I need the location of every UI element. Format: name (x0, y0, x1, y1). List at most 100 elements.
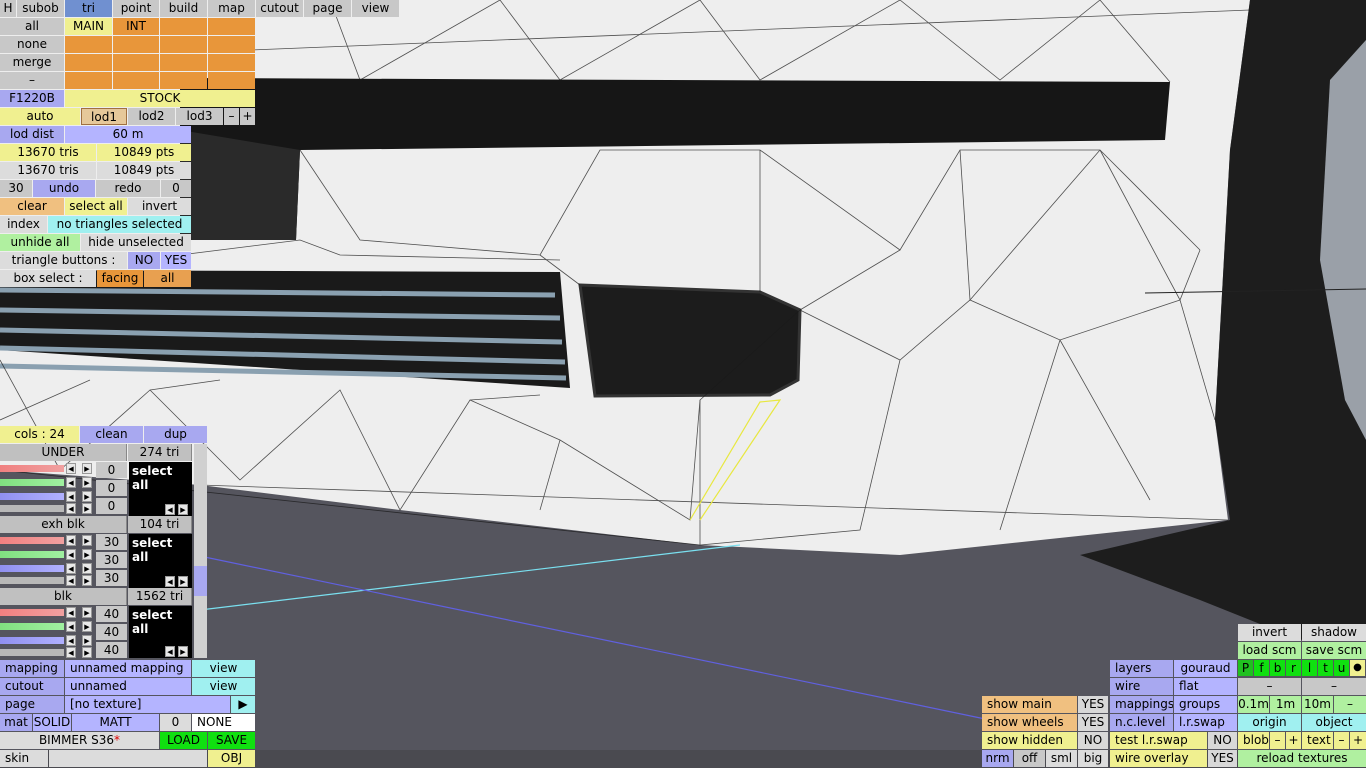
arrow-left-icon[interactable]: ◀ (66, 477, 76, 488)
flag-t-button[interactable]: t (1318, 660, 1333, 676)
scale-minus-button[interactable]: – (1334, 696, 1366, 713)
arrow-left-icon[interactable]: ◀ (165, 576, 175, 587)
mat-matt-button[interactable]: MATT (72, 714, 159, 731)
show-wheels-value[interactable]: YES (1078, 714, 1108, 731)
menu-tri[interactable]: tri (65, 0, 112, 17)
show-wheels-button[interactable]: show wheels (982, 714, 1077, 731)
dot-icon[interactable]: ● (1350, 660, 1365, 676)
arrow-left-icon[interactable]: ◀ (66, 535, 76, 546)
arrow-right-icon[interactable]: ▶ (178, 646, 188, 657)
box-select-facing[interactable]: facing (97, 270, 143, 287)
red-value[interactable]: 0 (96, 462, 127, 478)
normals-sml-button[interactable]: sml (1046, 750, 1077, 767)
hide-unselected-button[interactable]: hide unselected (81, 234, 191, 251)
undo-button[interactable]: undo (33, 180, 95, 197)
save-button[interactable]: SAVE (208, 732, 255, 749)
green-slider[interactable] (0, 479, 64, 486)
menu-build[interactable]: build (160, 0, 207, 17)
arrow-left-icon[interactable]: ◀ (66, 503, 76, 514)
scale-01m-button[interactable]: 0.1m (1238, 696, 1269, 713)
dup-button[interactable]: dup (144, 426, 207, 443)
red-value[interactable]: 30 (96, 534, 127, 550)
flag-u-button[interactable]: u (1334, 660, 1349, 676)
arrow-right-icon[interactable]: ▶ (82, 491, 92, 502)
red-slider[interactable] (0, 537, 64, 544)
lod-dist-value[interactable]: 60 m (65, 126, 191, 143)
clear-button[interactable]: clear (0, 198, 64, 215)
layer-slot[interactable] (208, 36, 255, 53)
text-plus-button[interactable]: + (1350, 732, 1366, 749)
layer-slot[interactable] (160, 36, 207, 53)
layer-slot[interactable] (160, 54, 207, 71)
redo-button[interactable]: redo (96, 180, 160, 197)
arrow-right-icon[interactable]: ▶ (82, 535, 92, 546)
layer-slot[interactable] (208, 54, 255, 71)
menu-view[interactable]: view (352, 0, 399, 17)
group-name[interactable]: exh blk (0, 516, 127, 533)
blue-slider[interactable] (0, 637, 64, 644)
show-hidden-value[interactable]: NO (1078, 732, 1108, 749)
wire-button[interactable]: wire (1110, 678, 1173, 695)
blue-slider[interactable] (0, 565, 64, 572)
arrow-right-icon[interactable]: ▶ (178, 504, 188, 515)
select-all-button[interactable]: select all (65, 198, 127, 215)
arrow-left-icon[interactable]: ◀ (66, 491, 76, 502)
group-name[interactable]: UNDER (0, 444, 127, 461)
arrow-left-icon[interactable]: ◀ (66, 575, 76, 586)
invert-button[interactable]: invert (128, 198, 191, 215)
arrow-right-icon[interactable]: ▶ (82, 575, 92, 586)
green-slider[interactable] (0, 623, 64, 630)
reload-textures-button[interactable]: reload textures (1238, 750, 1366, 767)
normals-big-button[interactable]: big (1078, 750, 1108, 767)
flag-r-button[interactable]: r (1286, 660, 1301, 676)
page-name[interactable]: [no texture] (65, 696, 230, 713)
layer-slot[interactable] (160, 18, 207, 35)
red-slider[interactable] (0, 609, 64, 616)
scale-1m-button[interactable]: 1m (1270, 696, 1301, 713)
mappings-button[interactable]: mappings (1110, 696, 1173, 713)
dash-button[interactable]: – (1302, 678, 1366, 695)
layer-slot[interactable] (65, 36, 112, 53)
page-next-icon[interactable]: ▶ (231, 696, 255, 713)
groups-scroll-thumb[interactable] (194, 566, 207, 596)
lod2-button[interactable]: lod2 (128, 108, 175, 125)
cutout-name[interactable]: unnamed (65, 678, 191, 695)
save-scm-button[interactable]: save scm (1302, 642, 1366, 659)
model-variant[interactable]: STOCK (65, 90, 255, 107)
blob-plus-button[interactable]: + (1286, 732, 1301, 749)
obj-button[interactable]: OBJ (208, 750, 255, 767)
arrow-right-icon[interactable]: ▶ (82, 635, 92, 646)
cutout-view-button[interactable]: view (192, 678, 255, 695)
menu-point[interactable]: point (113, 0, 159, 17)
layer-all-button[interactable]: all (0, 18, 64, 35)
blob-button[interactable]: blob (1238, 732, 1269, 749)
groups-scrollbar[interactable] (194, 444, 207, 658)
layer-slot[interactable] (113, 72, 159, 89)
arrow-right-icon[interactable]: ▶ (82, 549, 92, 560)
blue-value[interactable]: 40 (96, 642, 127, 658)
arrow-left-icon[interactable]: ◀ (165, 646, 175, 657)
skin-label[interactable]: skin (0, 750, 48, 767)
mat-texture[interactable]: NONE (192, 714, 255, 731)
gouraud-button[interactable]: gouraud (1174, 660, 1237, 677)
arrow-left-icon[interactable]: ◀ (66, 621, 76, 632)
triangle-buttons-no[interactable]: NO (128, 252, 160, 269)
arrow-left-icon[interactable]: ◀ (66, 463, 76, 474)
text-minus-button[interactable]: – (1334, 732, 1349, 749)
arrow-right-icon[interactable]: ▶ (178, 576, 188, 587)
normals-off-button[interactable]: off (1014, 750, 1045, 767)
box-select-all[interactable]: all (144, 270, 191, 287)
alpha-slider[interactable] (0, 577, 64, 584)
layer-merge-button[interactable]: merge (0, 54, 64, 71)
blob-minus-button[interactable]: – (1270, 732, 1285, 749)
file-name[interactable]: BIMMER S36* (0, 732, 159, 749)
arrow-right-icon[interactable]: ▶ (82, 647, 92, 658)
menu-subob[interactable]: subob (17, 0, 64, 17)
mapping-view-button[interactable]: view (192, 660, 255, 677)
nc-level-button[interactable]: n.c.level (1110, 714, 1173, 731)
layer-main[interactable]: MAIN (65, 18, 112, 35)
blue-slider[interactable] (0, 493, 64, 500)
show-main-value[interactable]: YES (1078, 696, 1108, 713)
arrow-left-icon[interactable]: ◀ (66, 635, 76, 646)
test-lr-swap-value[interactable]: NO (1208, 732, 1237, 749)
